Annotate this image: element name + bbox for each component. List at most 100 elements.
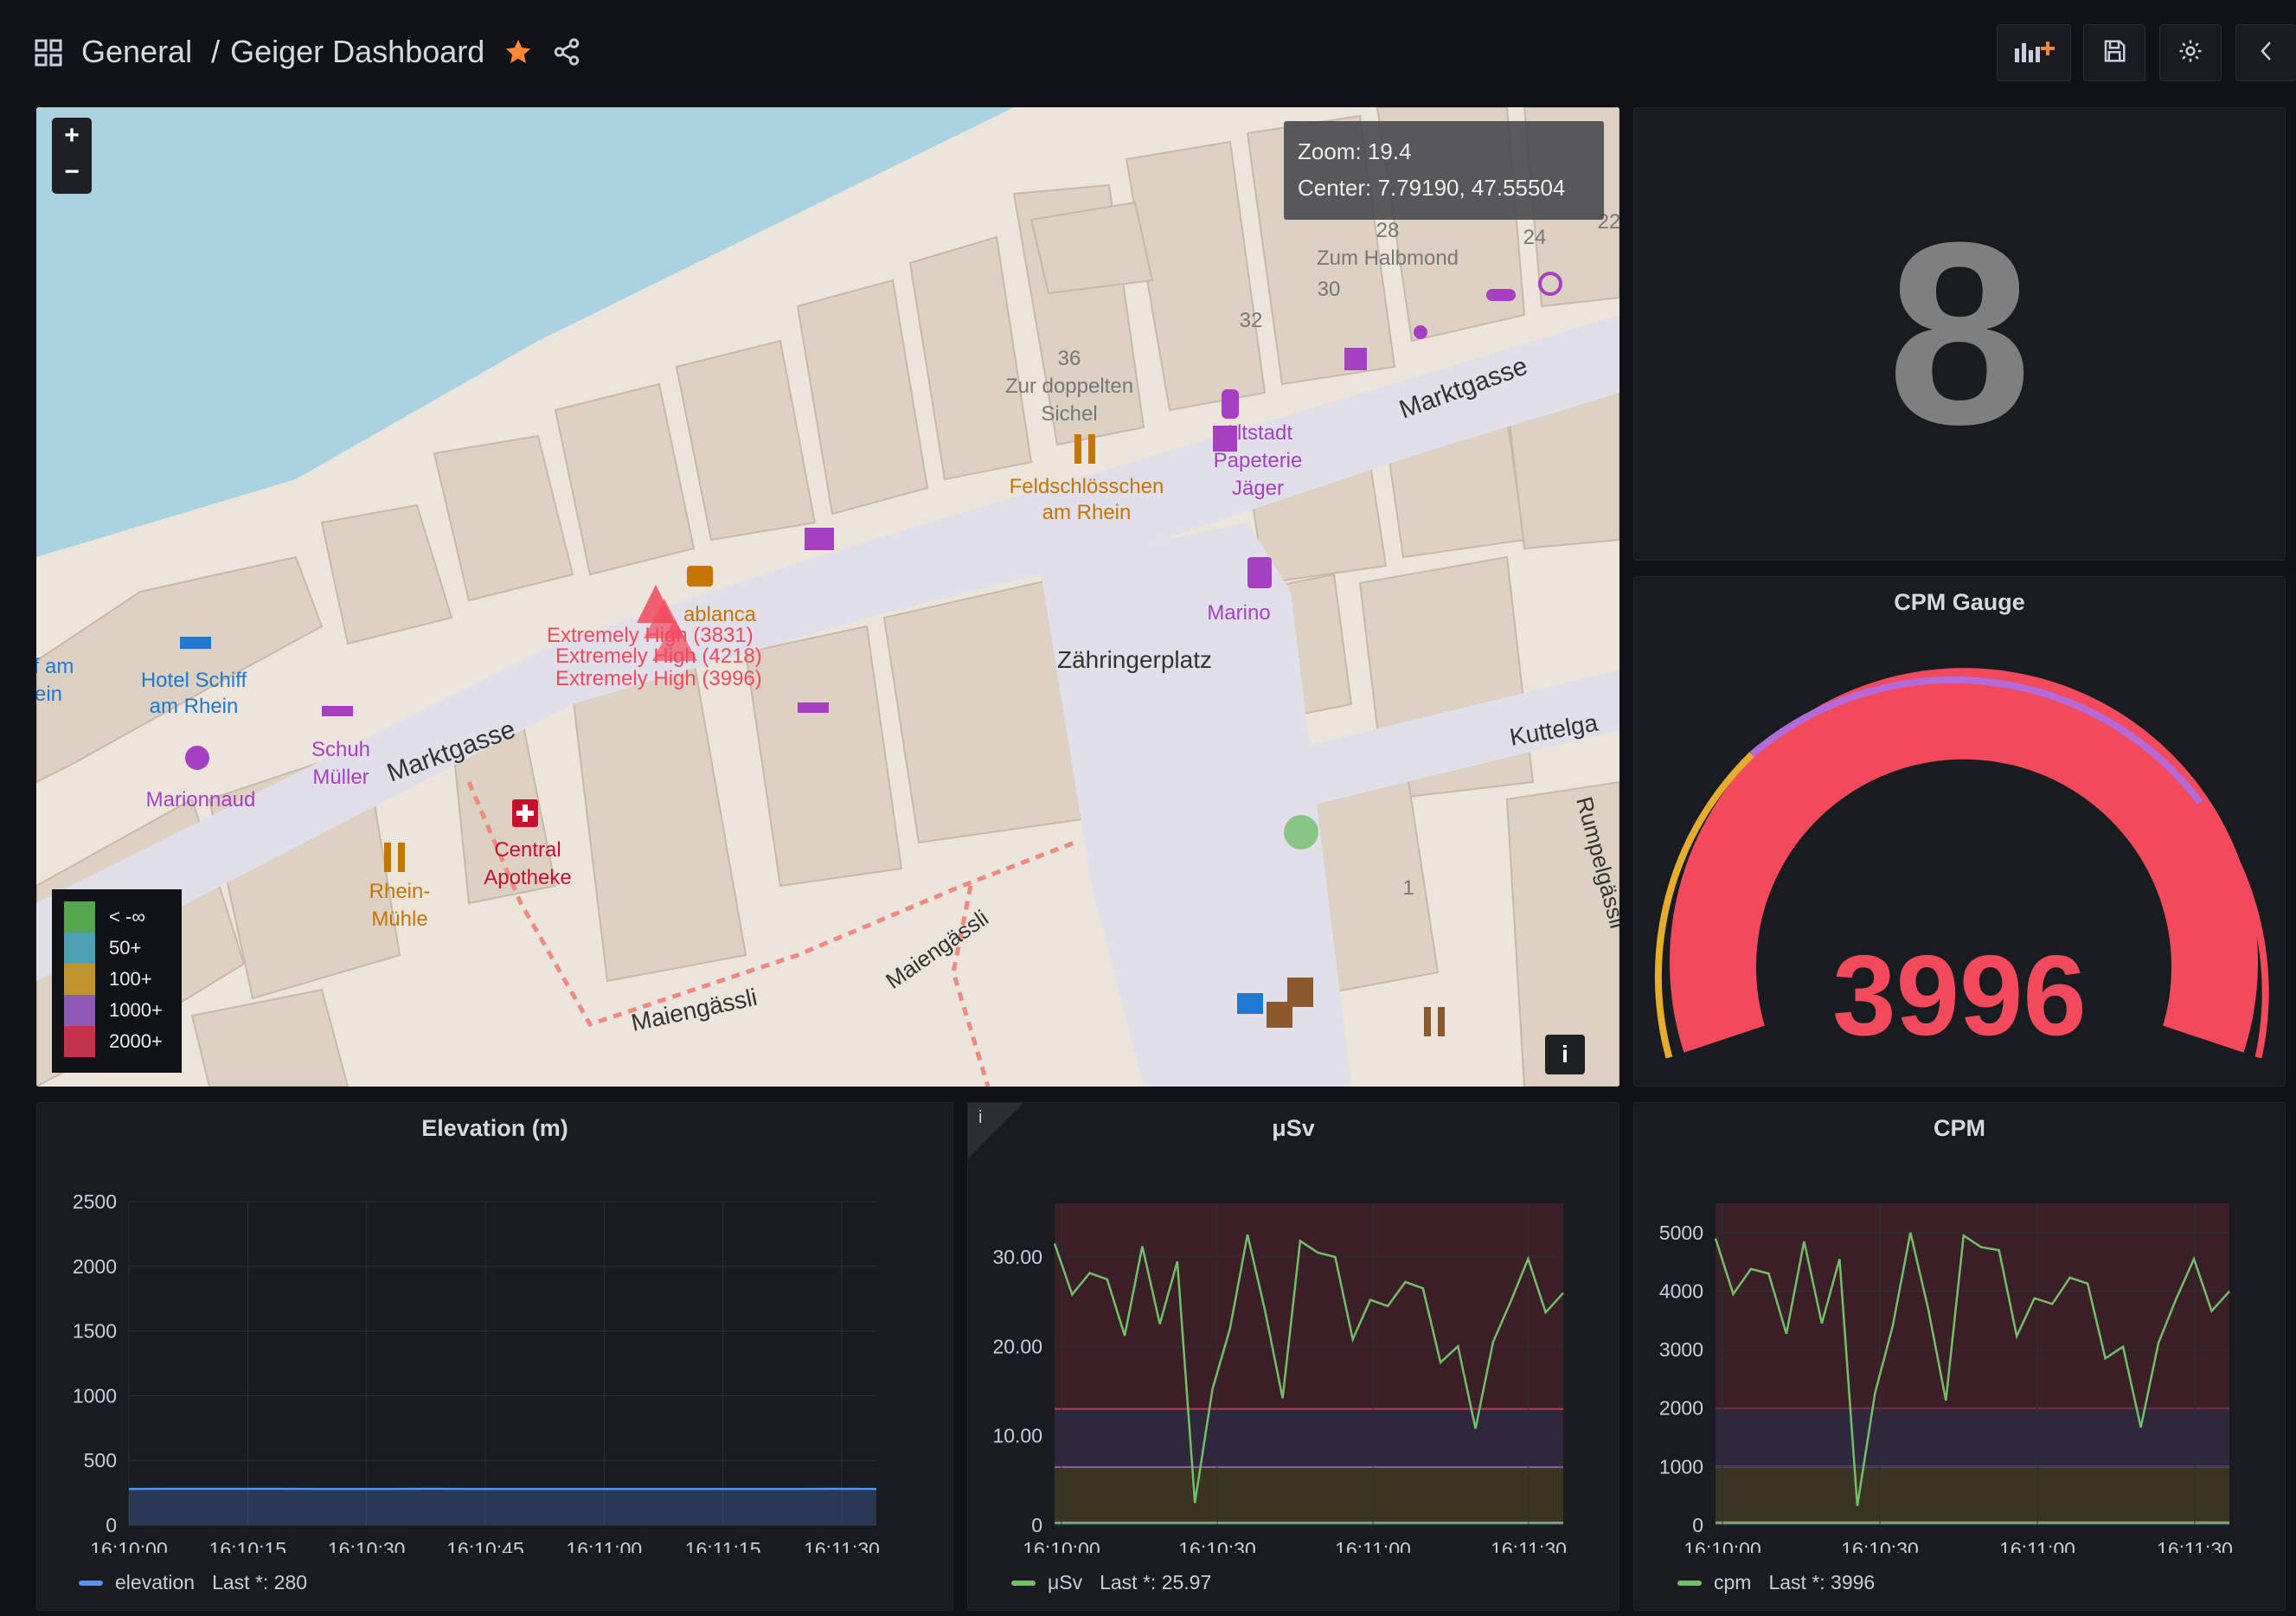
legend-swatch xyxy=(64,933,95,964)
legend-stat: Last *: 3996 xyxy=(1768,1571,1876,1594)
map-poi-label: Central xyxy=(494,838,561,862)
x-tick-label: 16:10:00 xyxy=(1023,1538,1100,1553)
y-tick-label: 1000 xyxy=(1659,1455,1703,1478)
cpm-chart: 0 1000 2000 3000 4000 5000 16:10:00 16:10:30 16:… xyxy=(1659,1203,2233,1553)
zoom-value: 19.4 xyxy=(1367,138,1412,164)
map-poi-label: Jäger xyxy=(1232,477,1284,500)
dashboard-settings-button[interactable] xyxy=(2159,24,2222,81)
zoom-label: Zoom: xyxy=(1298,138,1362,164)
chart-legend[interactable]: μSv Last *: 25.97 xyxy=(1011,1571,1211,1594)
chart-legend[interactable]: elevation Last *: 280 xyxy=(79,1571,307,1594)
legend-stat: Last *: 280 xyxy=(212,1571,308,1594)
stat-panel[interactable]: 8 xyxy=(1633,107,2286,561)
center-label: Center: xyxy=(1298,175,1372,201)
threshold-band xyxy=(1055,1408,1563,1467)
y-tick-label: 500 xyxy=(84,1449,117,1472)
x-tick-label: 16:10:45 xyxy=(446,1538,524,1553)
legend-series-name: elevation xyxy=(115,1571,196,1594)
gauge-value: 3996 xyxy=(1832,932,2087,1059)
y-tick-label: 0 xyxy=(1692,1514,1703,1536)
map-poi-label: Marino xyxy=(1207,601,1270,625)
legend-stat: Last *: 25.97 xyxy=(1100,1571,1212,1594)
y-tick-label: 0 xyxy=(106,1514,117,1536)
map-house-number: 36 xyxy=(1058,347,1081,370)
elevation-chart: 0 500 1000 1500 2000 2500 16:10:00 16:10:15 16:1… xyxy=(73,1190,880,1553)
y-tick-label: 2000 xyxy=(1659,1397,1703,1420)
map-view-info: Zoom: 19.4 Center: 7.79190, 47.55504 xyxy=(1284,121,1604,220)
share-icon[interactable] xyxy=(552,37,581,67)
map-poi-label: Apotheke xyxy=(484,866,571,889)
legend-swatch xyxy=(64,964,95,995)
map-poi-label: am Rhein xyxy=(1042,501,1132,524)
star-icon[interactable] xyxy=(503,37,533,67)
book-icon xyxy=(805,528,834,550)
x-tick-label: 16:11:30 xyxy=(2157,1538,2233,1553)
legend-label: 1000+ xyxy=(109,999,163,1021)
y-tick-label: 3000 xyxy=(1659,1338,1703,1361)
map-canvas[interactable]: Marktgasse Marktgasse Zähringerplatz Kut… xyxy=(36,107,1619,1087)
geomap-panel[interactable]: Marktgasse Marktgasse Zähringerplatz Kut… xyxy=(36,107,1619,1087)
x-tick-label: 16:11:30 xyxy=(1491,1538,1567,1553)
map-house-number: 32 xyxy=(1240,309,1263,332)
zoom-in-button[interactable]: + xyxy=(52,118,92,154)
map-poi-label: Schuh xyxy=(311,738,370,761)
x-tick-label: 16:11:30 xyxy=(804,1538,880,1553)
breadcrumb-separator: / xyxy=(211,34,221,69)
x-tick-label: 16:11:00 xyxy=(1335,1538,1411,1553)
elevation-panel[interactable]: Elevation (m) 0 500 1000 1500 2000 2500 16:10:… xyxy=(36,1102,953,1611)
x-tick-label: 16:10:00 xyxy=(90,1538,168,1553)
x-tick-label: 16:10:15 xyxy=(209,1538,287,1553)
legend-swatch xyxy=(64,1026,95,1057)
map-house-number: 1 xyxy=(1402,876,1414,900)
map-square-label: Zähringerplatz xyxy=(1057,646,1212,673)
map-poi-label: Sichel xyxy=(1041,402,1097,426)
map-poi-label: Mühle xyxy=(371,907,427,931)
map-house-number: 30 xyxy=(1318,278,1341,301)
marker-label: Extremely High (4218) xyxy=(555,644,762,668)
gauge-panel[interactable]: CPM Gauge 3996 xyxy=(1633,576,2286,1087)
series-area xyxy=(129,1489,876,1525)
legend-series-name: cpm xyxy=(1714,1571,1752,1594)
x-tick-label: 16:11:00 xyxy=(566,1538,642,1553)
y-tick-label: 10.00 xyxy=(992,1425,1042,1447)
y-tick-label: 4000 xyxy=(1659,1279,1703,1302)
legend-label: 2000+ xyxy=(109,1030,163,1052)
dashboards-grid-icon[interactable] xyxy=(35,38,62,67)
map-zoom-controls: + − xyxy=(52,118,92,194)
breadcrumb-folder[interactable]: General xyxy=(81,34,192,70)
y-tick-label: 1000 xyxy=(73,1384,117,1407)
y-tick-label: 5000 xyxy=(1659,1222,1703,1244)
legend-swatch xyxy=(1677,1580,1702,1586)
zoom-out-button[interactable]: − xyxy=(52,154,92,190)
map-poi-label: Marionnaud xyxy=(146,788,256,811)
add-panel-button[interactable] xyxy=(1997,24,2071,81)
y-tick-label: 1500 xyxy=(73,1320,117,1343)
chart-legend[interactable]: cpm Last *: 3996 xyxy=(1677,1571,1875,1594)
legend-swatch xyxy=(79,1580,103,1586)
add-panel-icon xyxy=(2013,38,2055,68)
dashboard-top-bar: General / Geiger Dashboard xyxy=(0,0,2296,104)
map-house-number: 28 xyxy=(1376,219,1400,242)
x-tick-label: 16:11:15 xyxy=(685,1538,761,1553)
save-icon xyxy=(2101,38,2127,68)
y-tick-label: 20.00 xyxy=(992,1335,1042,1357)
map-attribution-button[interactable]: i xyxy=(1545,1035,1585,1074)
gear-icon xyxy=(2177,38,2203,68)
map-poi-label: Feldschlösschen xyxy=(1010,475,1164,498)
usv-panel[interactable]: i μSv 0 10.00 20.00 30.00 16:10:00 16:10:30 16… xyxy=(967,1102,1619,1611)
map-poi-label: ablanca xyxy=(683,603,757,626)
threshold-band xyxy=(1716,1408,2229,1467)
stat-value: 8 xyxy=(1887,188,2032,478)
pharmacy-icon xyxy=(512,799,538,827)
collapse-button[interactable] xyxy=(2235,24,2296,81)
marker-label: Extremely High (3831) xyxy=(547,624,754,647)
save-dashboard-button[interactable] xyxy=(2083,24,2145,81)
dashboard-title[interactable]: Geiger Dashboard xyxy=(230,34,484,70)
legend-label: 100+ xyxy=(109,968,152,990)
x-tick-label: 16:10:30 xyxy=(1178,1538,1256,1553)
y-tick-label: 2500 xyxy=(73,1190,117,1213)
cpm-panel[interactable]: CPM 0 1000 2000 3000 4000 5000 16:10:00 16:10:3… xyxy=(1633,1102,2286,1611)
threshold-band xyxy=(1055,1466,1563,1523)
map-house-number: 24 xyxy=(1523,226,1547,249)
legend-series-name: μSv xyxy=(1048,1571,1083,1594)
